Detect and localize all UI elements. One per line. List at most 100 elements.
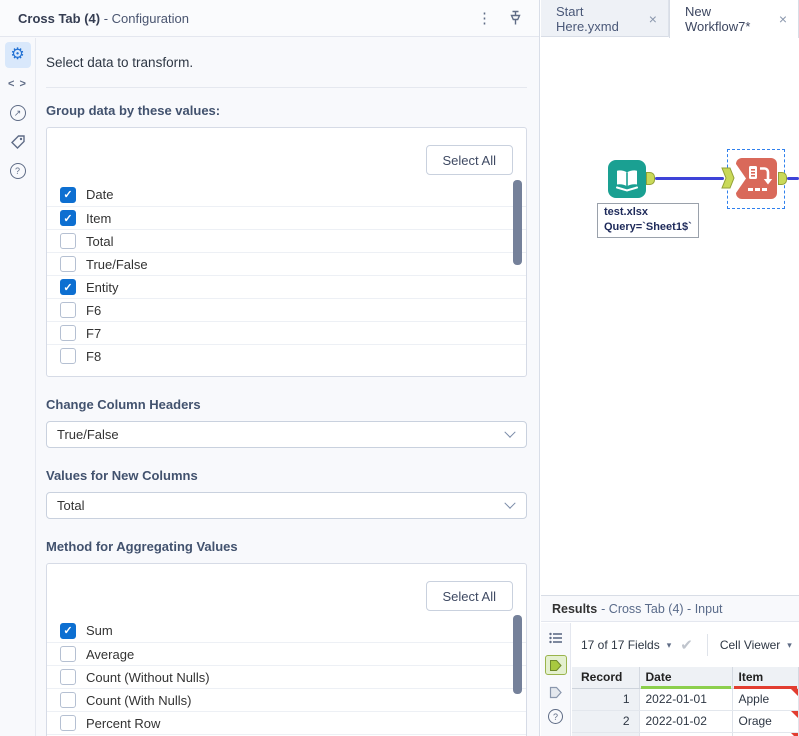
divider (46, 87, 527, 88)
connection-wire[interactable] (655, 177, 724, 180)
configuration-title: Cross Tab (4) - Configuration (18, 11, 471, 26)
checkbox-row-item[interactable]: ✓ Item (47, 206, 526, 229)
aggregation-select-all-button[interactable]: Select All (425, 581, 513, 611)
values-new-columns-select[interactable]: Total (46, 492, 527, 519)
data-quality-flag-icon (791, 710, 798, 718)
checkbox-checked[interactable]: ✓ (60, 622, 76, 639)
alteryx-designer-window: Cross Tab (4) - Configuration ⋮ ⚙ < > ↗ (0, 0, 799, 736)
output-anchor-button[interactable] (545, 682, 567, 702)
change-column-headers-select[interactable]: True/False (46, 421, 527, 448)
checkbox-unchecked[interactable] (60, 325, 76, 341)
group-by-label: Group data by these values: (46, 103, 221, 118)
checkbox-row-entity[interactable]: ✓ Entity (47, 275, 526, 298)
checkbox-row-count-without-nulls[interactable]: Count (Without Nulls) (47, 665, 526, 688)
listbox-scrollbar[interactable] (513, 180, 522, 265)
results-toolbar: 17 of 17 Fields ▾ ✔ Cell Viewer ▾ (572, 623, 799, 667)
checkbox-row-count-with-nulls[interactable]: Count (With Nulls) (47, 688, 526, 711)
checkbox-row-percent-row[interactable]: Percent Row (47, 711, 526, 734)
group-select-all-button[interactable]: Select All (425, 145, 513, 175)
crosstab-tool[interactable] (736, 158, 777, 202)
more-options-icon[interactable]: ⋮ (471, 9, 498, 28)
checkbox-row-truefalse[interactable]: True/False (47, 252, 526, 275)
column-header-record[interactable]: Record (572, 667, 640, 689)
table-row[interactable]: 3 2022-01-03 Orage (572, 732, 799, 736)
connection-wire[interactable] (787, 177, 799, 180)
caret-down-icon[interactable]: ▾ (787, 640, 792, 651)
checkbox-row-average[interactable]: Average (47, 642, 526, 665)
checkbox-unchecked[interactable] (60, 692, 76, 708)
input-data-icon (608, 160, 646, 198)
aggregation-method-label: Method for Aggregating Values (46, 539, 238, 554)
results-content: 17 of 17 Fields ▾ ✔ Cell Viewer ▾ Record… (572, 623, 799, 736)
listbox-scrollbar[interactable] (513, 615, 522, 694)
close-icon[interactable]: × (649, 12, 657, 26)
cell-viewer-dropdown[interactable]: Cell Viewer (720, 638, 780, 652)
results-panel: Results - Cross Tab (4) - Input ? 17 of … (541, 595, 799, 736)
intro-text: Select data to transform. (46, 55, 194, 70)
gear-icon: ⚙ (10, 46, 25, 63)
tab-new-workflow7[interactable]: New Workflow7* × (668, 0, 799, 38)
annotation-line1: test.xlsx (604, 206, 649, 218)
input-anchor-button[interactable] (544, 655, 567, 675)
checkbox-unchecked[interactable] (60, 233, 76, 249)
metadata-toggle-button[interactable] (545, 628, 567, 648)
configuration-subtitle: - Configuration (100, 10, 189, 26)
table-row[interactable]: 2 2022-01-02 Orage (572, 710, 799, 733)
tab-annotation[interactable] (5, 129, 31, 155)
checkbox-unchecked[interactable] (60, 646, 76, 662)
data-quality-flag-icon (791, 732, 798, 736)
tab-open-example[interactable]: ↗ (5, 100, 31, 126)
chevron-down-icon (504, 497, 516, 509)
pin-icon[interactable] (508, 10, 523, 26)
open-link-icon: ↗ (9, 105, 26, 121)
configuration-header: Cross Tab (4) - Configuration ⋮ (0, 0, 539, 37)
tab-configuration[interactable]: ⚙ (4, 42, 31, 68)
toolbar-separator (706, 634, 708, 656)
workflow-canvas[interactable]: test.xlsx Query=`Sheet1$` (541, 38, 799, 595)
tab-annotation-code[interactable]: < > (5, 71, 31, 97)
input-output-anchor[interactable] (646, 172, 655, 185)
checkbox-row-total[interactable]: Total (47, 229, 526, 252)
checkbox-unchecked[interactable] (60, 256, 76, 272)
checkbox-row-sum[interactable]: ✓ Sum (47, 619, 526, 642)
column-header-date[interactable]: Date (639, 667, 733, 689)
group-by-listbox: Select All ✓ Date ✓ Item Total True/Fals… (46, 127, 527, 377)
tab-help[interactable]: ? (5, 158, 31, 184)
tool-name: Cross Tab (4) (18, 10, 101, 26)
fields-dropdown[interactable]: 17 of 17 Fields (581, 638, 660, 652)
checkbox-row-f6[interactable]: F6 (47, 298, 526, 321)
results-title: Results (552, 601, 598, 616)
configuration-content: Select data to transform. Group data by … (37, 38, 539, 736)
close-icon[interactable]: × (779, 12, 787, 26)
table-row[interactable]: 1 2022-01-01 Apple (572, 688, 799, 711)
caret-down-icon[interactable]: ▾ (667, 640, 672, 651)
crosstab-output-anchor[interactable] (778, 172, 787, 185)
chevron-down-icon (504, 426, 516, 438)
workflow-tabbar: Start Here.yxmd × New Workflow7* × (541, 0, 799, 38)
results-table: Record Date Item 1 2022-01-01 Apple 2 20… (572, 667, 799, 736)
crosstab-input-anchor[interactable] (721, 167, 735, 189)
checkbox-unchecked[interactable] (60, 715, 76, 731)
checkbox-checked[interactable]: ✓ (60, 210, 76, 226)
input-data-tool[interactable] (608, 160, 646, 201)
checkbox-checked[interactable]: ✓ (60, 186, 76, 203)
checkbox-unchecked[interactable] (60, 669, 76, 685)
results-help-icon[interactable]: ? (548, 709, 563, 724)
apply-check-icon[interactable]: ✔ (680, 636, 693, 654)
checkbox-row-date[interactable]: ✓ Date (47, 183, 526, 206)
change-column-headers-label: Change Column Headers (46, 397, 201, 412)
checkbox-unchecked[interactable] (60, 348, 76, 364)
crosstab-icon (736, 158, 777, 199)
code-icon: < > (8, 78, 27, 90)
tab-start-here[interactable]: Start Here.yxmd × (541, 0, 669, 37)
checkbox-row-f7[interactable]: F7 (47, 321, 526, 344)
configuration-panel: Cross Tab (4) - Configuration ⋮ ⚙ < > ↗ (0, 0, 540, 736)
checkbox-unchecked[interactable] (60, 302, 76, 318)
annotation-line2: Query=`Sheet1$` (604, 221, 692, 233)
column-header-item[interactable]: Item (732, 667, 799, 689)
checkbox-row-f8[interactable]: F8 (47, 344, 526, 367)
checkbox-checked[interactable]: ✓ (60, 279, 76, 295)
values-new-columns-label: Values for New Columns (46, 468, 198, 483)
tool-annotation[interactable]: test.xlsx Query=`Sheet1$` (597, 203, 699, 238)
selected-value: Total (57, 498, 85, 513)
